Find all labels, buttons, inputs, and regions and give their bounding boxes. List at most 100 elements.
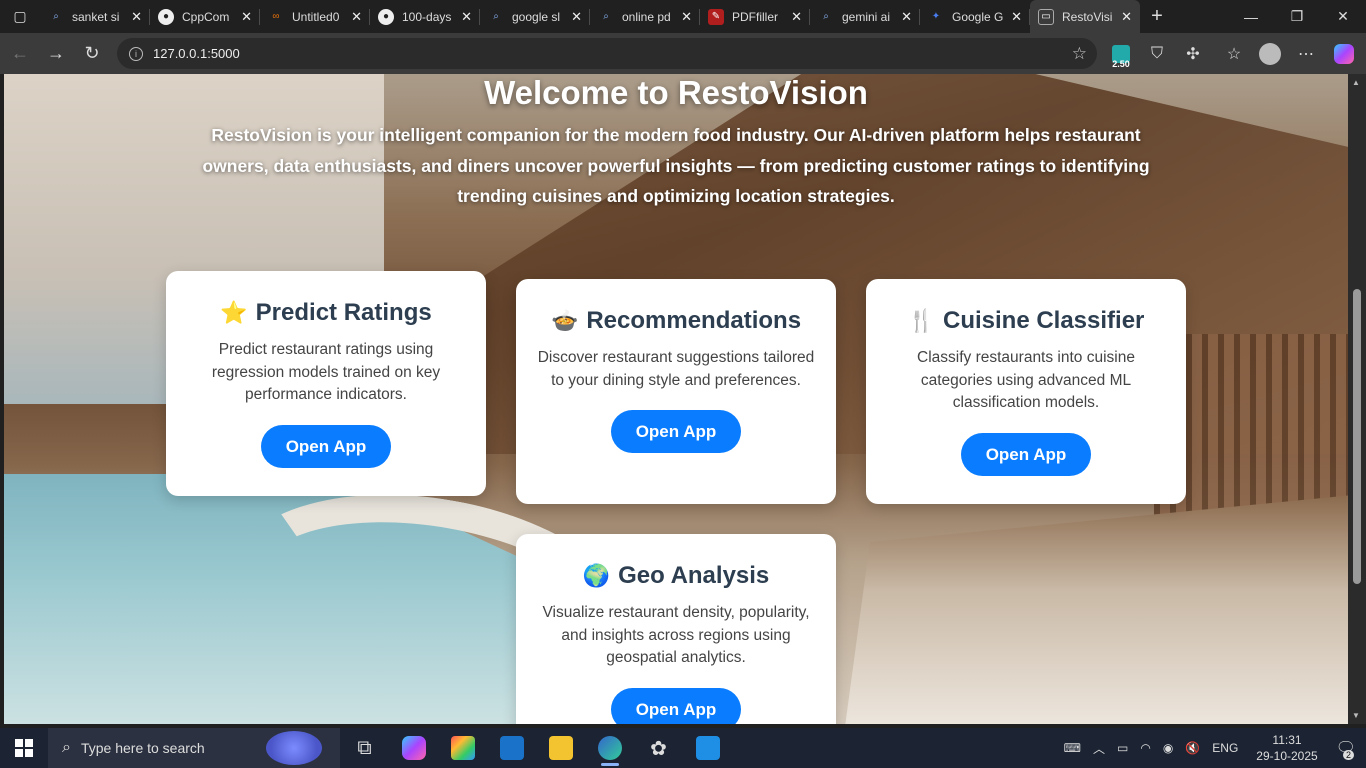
- extensions-icon[interactable]: ✣: [1176, 33, 1210, 74]
- extension-badge-icon[interactable]: 2.50: [1104, 33, 1138, 74]
- tab-5[interactable]: ⌕ online pd ✕: [590, 0, 700, 33]
- outlook-icon[interactable]: [487, 728, 536, 768]
- tab-title: google sl: [512, 9, 561, 24]
- card-geo-analysis: 🌍 Geo Analysis Visualize restaurant densi…: [516, 534, 836, 724]
- windows-start-icon[interactable]: [0, 728, 48, 768]
- open-app-button[interactable]: Open App: [960, 432, 1092, 476]
- tab-title: sanket si: [72, 9, 120, 24]
- battery-icon[interactable]: ▭: [1117, 741, 1128, 755]
- card-cuisine-classifier: 🍴 Cuisine Classifier Classify restaurants…: [866, 279, 1186, 504]
- tab-9[interactable]: ▭ RestoVisi ✕: [1030, 0, 1140, 33]
- language-indicator[interactable]: ENG: [1212, 741, 1238, 755]
- close-icon[interactable]: ✕: [571, 9, 582, 25]
- camera-icon[interactable]: ◉: [1163, 741, 1173, 755]
- hero-description: RestoVision is your intelligent companio…: [194, 120, 1158, 212]
- url-text[interactable]: 127.0.0.1:5000: [153, 46, 240, 61]
- search-icon: ⌕: [493, 11, 499, 22]
- new-tab-button[interactable]: +: [1140, 5, 1174, 28]
- notifications-icon[interactable]: 🗨 2: [1336, 738, 1356, 760]
- close-icon[interactable]: ✕: [681, 9, 692, 25]
- page-title: Welcome to RestoVision: [484, 74, 868, 111]
- tab-title: RestoVisi: [1062, 9, 1113, 24]
- page-icon: ▭: [1038, 8, 1054, 25]
- close-icon[interactable]: ✕: [1121, 9, 1132, 25]
- close-icon[interactable]: ✕: [241, 9, 252, 25]
- address-bar[interactable]: i 127.0.0.1:5000 ☆: [117, 38, 1097, 69]
- close-icon[interactable]: ✕: [791, 9, 802, 25]
- page-content: Welcome to RestoVision RestoVision is yo…: [4, 74, 1348, 724]
- minimize-icon[interactable]: —: [1228, 0, 1274, 33]
- globe-icon: 🌍: [582, 563, 611, 588]
- tab-6[interactable]: ✎ PDFfiller ✕: [700, 0, 810, 33]
- tab-2[interactable]: ∞ Untitled0 ✕: [260, 0, 370, 33]
- more-menu-icon[interactable]: ⋯: [1289, 33, 1323, 74]
- vertical-scrollbar[interactable]: ▲ ▼: [1348, 74, 1366, 724]
- card-title-text: Recommendations: [586, 307, 802, 334]
- close-icon[interactable]: ✕: [461, 9, 472, 25]
- file-explorer-icon[interactable]: [536, 728, 585, 768]
- taskbar-search-placeholder: Type here to search: [80, 740, 205, 756]
- edge-browser-icon[interactable]: [585, 728, 634, 768]
- tab-title: online pd: [622, 9, 671, 24]
- keyboard-icon[interactable]: ⌨: [1064, 741, 1081, 755]
- close-window-icon[interactable]: ✕: [1320, 0, 1366, 33]
- scroll-up-icon[interactable]: ▲: [1352, 78, 1360, 87]
- tab-7[interactable]: ⌕ gemini ai ✕: [810, 0, 920, 33]
- colab-icon: ∞: [272, 11, 280, 22]
- close-icon[interactable]: ✕: [901, 9, 912, 25]
- close-icon[interactable]: ✕: [1011, 9, 1022, 25]
- chatgpt-icon[interactable]: ✿: [634, 728, 683, 768]
- card-title: 🍲 Recommendations: [516, 307, 836, 335]
- back-icon[interactable]: ←: [2, 36, 38, 72]
- card-title: 🌍 Geo Analysis: [516, 562, 836, 590]
- tray-overflow-icon[interactable]: ︿: [1093, 740, 1105, 757]
- shield-icon[interactable]: ⛉: [1140, 33, 1174, 74]
- food-bowl-icon: 🍲: [550, 308, 579, 333]
- extension-badge-count: 2.50: [1112, 59, 1130, 69]
- favorite-star-icon[interactable]: ☆: [1072, 44, 1087, 64]
- card-description: Classify restaurants into cuisine catego…: [917, 349, 1135, 411]
- card-title-text: Cuisine Classifier: [942, 307, 1145, 334]
- clock-time: 11:31: [1272, 733, 1302, 747]
- scroll-down-icon[interactable]: ▼: [1352, 711, 1360, 720]
- pdffiller-icon: ✎: [708, 8, 724, 25]
- fork-knife-icon: 🍴: [907, 308, 935, 333]
- tab-title: PDFfiller: [732, 9, 779, 24]
- favorites-icon[interactable]: ☆: [1217, 33, 1251, 74]
- clock-date: 29-10-2025: [1256, 749, 1318, 763]
- clock[interactable]: 11:31 29-10-2025: [1256, 732, 1317, 764]
- close-icon[interactable]: ✕: [351, 9, 362, 25]
- reload-icon[interactable]: ↻: [74, 36, 110, 72]
- tab-title: gemini ai: [842, 9, 891, 24]
- open-app-button[interactable]: Open App: [610, 687, 742, 724]
- copilot-taskbar-icon[interactable]: [389, 728, 438, 768]
- card-description: Discover restaurant suggestions tailored…: [537, 349, 815, 389]
- close-icon[interactable]: ✕: [131, 9, 142, 25]
- brand-name: RestoVision: [211, 125, 313, 145]
- tab-1[interactable]: ● CppCom ✕: [150, 0, 260, 33]
- card-description: Predict restaurant ratings using regress…: [211, 341, 441, 403]
- wifi-icon[interactable]: ◠: [1140, 741, 1150, 755]
- tab-actions-icon[interactable]: ▢: [0, 0, 40, 33]
- copilot-icon[interactable]: [1327, 33, 1361, 74]
- volume-muted-icon[interactable]: 🔇: [1185, 741, 1200, 755]
- taskbar-search[interactable]: ⌕ Type here to search: [48, 728, 340, 768]
- open-app-button[interactable]: Open App: [260, 424, 392, 468]
- tab-3[interactable]: ● 100-days ✕: [370, 0, 480, 33]
- site-info-icon[interactable]: i: [129, 46, 143, 61]
- background-deck: [844, 494, 1348, 724]
- card-recommendations: 🍲 Recommendations Discover restaurant sug…: [516, 279, 836, 504]
- open-app-button[interactable]: Open App: [610, 410, 742, 453]
- vscode-icon[interactable]: [683, 728, 732, 768]
- forward-icon[interactable]: →: [38, 36, 74, 72]
- tab-8[interactable]: ✦ Google G ✕: [920, 0, 1030, 33]
- tab-strip: ▢ ⌕ sanket si ✕ ● CppCom ✕ ∞ Untitled0 ✕ ● 100-…: [0, 0, 1366, 33]
- profile-avatar[interactable]: [1253, 33, 1287, 74]
- store-icon[interactable]: [438, 728, 487, 768]
- scrollbar-thumb[interactable]: [1353, 289, 1361, 584]
- tab-0[interactable]: ⌕ sanket si ✕: [40, 0, 150, 33]
- search-icon: ⌕: [62, 739, 71, 756]
- tab-4[interactable]: ⌕ google sl ✕: [480, 0, 590, 33]
- task-view-icon[interactable]: ⧉: [340, 728, 389, 768]
- restore-icon[interactable]: ❐: [1274, 0, 1320, 33]
